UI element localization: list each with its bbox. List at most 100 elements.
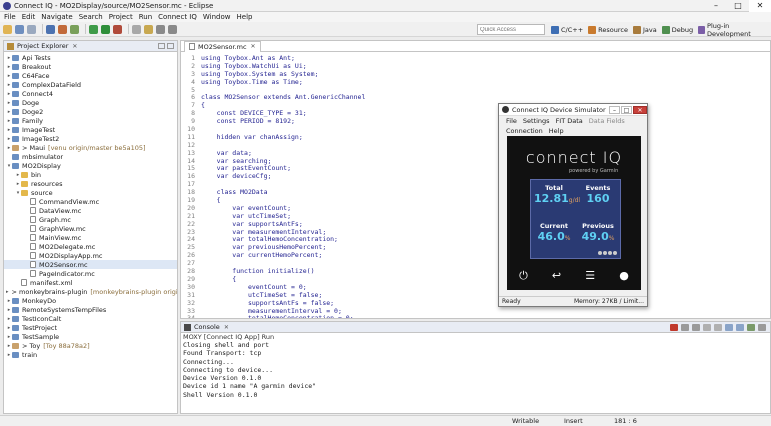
menu-help[interactable]: Help	[237, 13, 253, 21]
tree-item[interactable]: ▸ Api Tests	[4, 53, 177, 62]
perspective-debug[interactable]: Debug	[661, 25, 693, 34]
folder-icon[interactable]	[144, 24, 153, 34]
tree-item[interactable]: ▸ Breakout	[4, 62, 177, 71]
close-button[interactable]: ✕	[633, 105, 647, 114]
pin-console-icon[interactable]	[736, 323, 744, 331]
remove-all-icon[interactable]	[692, 323, 700, 331]
tree-item[interactable]: PageIndicator.mc	[4, 269, 177, 278]
maximize-button[interactable]: □	[727, 0, 749, 12]
code-area[interactable]: 1 using Toybox.Ant as Ant; 2 using Toybox.W…	[181, 52, 770, 318]
console-tab[interactable]: Console ✕	[181, 322, 770, 333]
sim-menu-connection[interactable]: Connection	[506, 127, 543, 135]
remove-launch-icon[interactable]	[681, 323, 689, 331]
tree-item[interactable]: ▸ TestIconCalt	[4, 314, 177, 323]
sim-menu-file[interactable]: File	[506, 117, 517, 125]
project-explorer-tab[interactable]: Project Explorer ✕	[4, 41, 177, 52]
clear-console-icon[interactable]	[703, 323, 711, 331]
save-icon[interactable]	[15, 24, 24, 34]
debug-icon[interactable]	[89, 24, 98, 34]
tree-item[interactable]: MO2DisplayApp.mc	[4, 251, 177, 260]
tree-item[interactable]: ▸ ComplexDataField	[4, 80, 177, 89]
maximize-view-icon[interactable]	[167, 43, 174, 49]
device-display[interactable]: Total 12.81g/dl Events 160 Current 46.0%…	[530, 179, 621, 259]
save-all-icon[interactable]	[27, 24, 36, 34]
expand-arrow-icon[interactable]: ▸	[6, 289, 9, 295]
sim-menu-help[interactable]: Help	[549, 127, 564, 135]
tree-item[interactable]: ▸ TestProject	[4, 323, 177, 332]
menu-connect-iq[interactable]: Connect IQ	[158, 13, 197, 21]
tree-item[interactable]: ▸ > Maui [venu origin/master be5a105]	[4, 143, 177, 152]
close-icon[interactable]: ✕	[251, 43, 256, 50]
perspective-plugin-development[interactable]: Plug-in Development	[698, 22, 766, 38]
quick-access-input[interactable]	[477, 24, 545, 35]
tree-item[interactable]: ▸ C64Face	[4, 71, 177, 80]
tree-item[interactable]: CommandView.mc	[4, 197, 177, 206]
code-line: 8 const DEVICE_TYPE = 31;	[181, 109, 770, 117]
select-button-icon[interactable]: ●	[619, 269, 629, 283]
close-button[interactable]: ✕	[749, 0, 771, 12]
back-icon[interactable]	[156, 24, 165, 34]
tree-item[interactable]: mbsimulator	[4, 152, 177, 161]
tree-item[interactable]: ▸ ImageTest2	[4, 134, 177, 143]
back-arrow-icon[interactable]: ↩	[552, 269, 561, 283]
power-icon[interactable]: ⏻	[519, 269, 528, 283]
perspective-resource[interactable]: Resource	[588, 25, 628, 34]
tree-item[interactable]: ▸ train	[4, 350, 177, 359]
stop-icon[interactable]	[113, 24, 122, 34]
perspective-cpp[interactable]: C/C++	[551, 25, 583, 34]
tree-item[interactable]: manifest.xml	[4, 278, 177, 287]
tree-item[interactable]: ▸ > Toy [Toy 88a78a2]	[4, 341, 177, 350]
menu-project[interactable]: Project	[109, 13, 133, 21]
tree-item[interactable]: DataView.mc	[4, 206, 177, 215]
scroll-lock-icon[interactable]	[714, 323, 722, 331]
tree-item[interactable]: ▸ bin	[4, 170, 177, 179]
word-wrap-icon[interactable]	[725, 323, 733, 331]
tree-item[interactable]: GraphView.mc	[4, 224, 177, 233]
menu-edit[interactable]: Edit	[22, 13, 36, 21]
tree-item[interactable]: Graph.mc	[4, 215, 177, 224]
open-console-icon[interactable]	[758, 323, 766, 331]
perspective-java[interactable]: Java	[632, 25, 657, 34]
tree-item[interactable]: ▸ > monkeybrains-plugin [monkeybrains-plug…	[4, 287, 177, 296]
search-icon[interactable]	[132, 24, 141, 34]
close-icon[interactable]: ✕	[224, 324, 229, 331]
tree-item[interactable]: MO2Delegate.mc	[4, 242, 177, 251]
tree-item[interactable]: ▸ MonkeyDo	[4, 296, 177, 305]
menu-icon[interactable]: ☰	[585, 269, 595, 283]
maximize-button[interactable]: □	[621, 105, 632, 114]
tree-item[interactable]: ▸ Doge2	[4, 107, 177, 116]
terminate-icon[interactable]	[670, 323, 678, 331]
tree-item[interactable]: ▾ MO2Display	[4, 161, 177, 170]
folder-icon	[21, 180, 28, 187]
display-console-icon[interactable]	[747, 323, 755, 331]
build-icon[interactable]	[46, 24, 55, 34]
menu-run[interactable]: Run	[139, 13, 152, 21]
gear-icon[interactable]	[70, 24, 79, 34]
minimize-button[interactable]: –	[609, 105, 620, 114]
menu-file[interactable]: File	[4, 13, 16, 21]
tree-item[interactable]: ▾ source	[4, 188, 177, 197]
tree-item[interactable]: MO2Sensor.mc	[4, 260, 177, 269]
editor-tab-mo2sensor[interactable]: MO2Sensor.mc ✕	[184, 41, 261, 52]
run-icon[interactable]	[101, 24, 110, 34]
forward-icon[interactable]	[168, 24, 177, 34]
menu-search[interactable]: Search	[79, 13, 103, 21]
hammer-icon[interactable]	[58, 24, 67, 34]
tree-item[interactable]: ▸ resources	[4, 179, 177, 188]
sim-menu-settings[interactable]: Settings	[523, 117, 550, 125]
tree-item[interactable]: ▸ RemoteSystemsTempFiles	[4, 305, 177, 314]
sim-menu-data-fields[interactable]: Data Fields	[589, 117, 625, 125]
menu-window[interactable]: Window	[203, 13, 231, 21]
tree-item[interactable]: ▸ Connect4	[4, 89, 177, 98]
close-icon[interactable]: ✕	[72, 43, 77, 50]
minimize-view-icon[interactable]	[158, 43, 165, 49]
tree-item[interactable]: MainView.mc	[4, 233, 177, 242]
new-icon[interactable]	[3, 24, 12, 34]
menu-navigate[interactable]: Navigate	[41, 13, 72, 21]
tree-item[interactable]: ▸ Family	[4, 116, 177, 125]
sim-menu-fit-data[interactable]: FIT Data	[556, 117, 583, 125]
tree-item[interactable]: ▸ Doge	[4, 98, 177, 107]
tree-item[interactable]: ▸ TestSample	[4, 332, 177, 341]
minimize-button[interactable]: –	[705, 0, 727, 12]
tree-item[interactable]: ▸ ImageTest	[4, 125, 177, 134]
